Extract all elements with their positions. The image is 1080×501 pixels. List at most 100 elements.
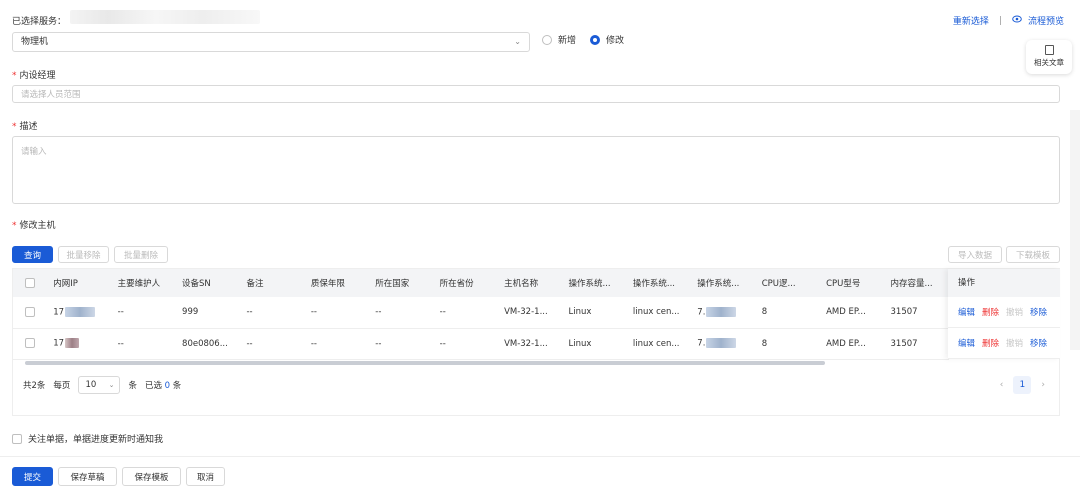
page-size-select[interactable]: 10 ⌄ (78, 376, 121, 394)
cell-maintainer: -- (117, 307, 124, 318)
horizontal-scrollbar[interactable] (25, 361, 825, 365)
cell-cpu-logic: 8 (761, 307, 768, 318)
radio-modify[interactable]: 修改 (590, 33, 624, 46)
host-table-grid: 内网IP 主要维护人 设备SN 备注 质保年限 所在国家 所在省份 主机名称 操… (13, 269, 949, 360)
selected-info: 已选 0 条 (145, 379, 181, 391)
reselect-link[interactable]: 重新选择 (953, 14, 989, 27)
save-template-button[interactable]: 保存模板 (122, 467, 181, 486)
row-checkbox[interactable] (25, 307, 35, 317)
col-header: 内存容量... (890, 279, 933, 289)
col-header: 质保年限 (310, 279, 345, 289)
radio-modify-dot[interactable] (590, 34, 601, 45)
action-radio-group: 新增 修改 (542, 33, 624, 46)
cell-hostname: VM-32-1... (504, 307, 548, 318)
select-all-checkbox[interactable] (25, 277, 35, 288)
col-header: 主机名称 (504, 279, 539, 289)
masked-os-version (706, 307, 737, 317)
undo-link[interactable]: 撤销 (1006, 306, 1023, 318)
col-header: 设备SN (182, 279, 211, 289)
description-textarea[interactable] (12, 136, 1060, 204)
vertical-scrollbar-track[interactable] (1070, 110, 1080, 350)
save-draft-button[interactable]: 保存草稿 (58, 467, 117, 486)
top-bar: 已选择服务： 重新选择 | 流程预览 (0, 0, 1080, 30)
query-button[interactable]: 查询 (12, 246, 53, 263)
col-header: 主要维护人 (117, 279, 161, 289)
radio-add[interactable]: 新增 (542, 33, 576, 46)
cell-memory: 31507 (890, 307, 918, 318)
cancel-button[interactable]: 取消 (186, 467, 225, 486)
chevron-down-icon: ⌄ (514, 37, 521, 46)
delete-link[interactable]: 删除 (982, 337, 999, 349)
import-data-button[interactable]: 导入数据 (948, 246, 1002, 263)
per-page-label: 每页 (53, 381, 71, 391)
related-docs-label: 相关文章 (1034, 58, 1064, 67)
cell-os2: linux cen... (632, 307, 680, 318)
masked-os-version (706, 338, 737, 349)
table-header-row: 内网IP 主要维护人 设备SN 备注 质保年限 所在国家 所在省份 主机名称 操… (13, 269, 949, 297)
col-header: CPU型号 (826, 279, 861, 289)
required-mark: * (12, 122, 17, 132)
download-template-button[interactable]: 下载模板 (1006, 246, 1060, 263)
cell-province: -- (439, 307, 446, 318)
prev-page-icon[interactable]: ‹ (1000, 380, 1004, 390)
table-row: 17 -- 80e0806... -- -- -- -- VM-32-1... … (13, 328, 949, 359)
col-header: 内网IP (53, 279, 78, 289)
cell-os3: 7. (691, 328, 755, 359)
next-page-icon[interactable]: › (1041, 380, 1045, 390)
cell-sn: 999 (182, 307, 199, 318)
footer-bar: 提交 保存草稿 保存模板 取消 (0, 456, 1080, 501)
cell-hostname: VM-32-1... (504, 338, 548, 349)
cell-memory: 31507 (890, 338, 918, 349)
ip-text: 17 (53, 338, 65, 349)
col-header: 操作系统... (568, 279, 611, 289)
total-count: 共2条 (23, 381, 46, 391)
host-label: * 修改主机 (12, 218, 56, 231)
required-mark: * (12, 221, 17, 231)
page-number-current[interactable]: 1 (1013, 376, 1032, 394)
remove-link[interactable]: 移除 (1030, 337, 1047, 349)
undo-link[interactable]: 撤销 (1006, 337, 1023, 349)
op-header: 操作 (948, 269, 1060, 297)
manager-label-text: 内设经理 (19, 71, 56, 81)
ip-text: 17 (53, 307, 65, 318)
edit-link[interactable]: 编辑 (958, 306, 975, 318)
submit-button[interactable]: 提交 (12, 467, 53, 486)
manager-input[interactable] (12, 85, 1060, 103)
table-row: 17 -- 999 -- -- -- -- VM-32-1... Linux l… (13, 297, 949, 328)
selected-prefix: 已选 (144, 381, 162, 391)
row-checkbox[interactable] (25, 338, 35, 349)
cell-province: -- (439, 338, 446, 349)
related-docs-button[interactable]: 相关文章 (1026, 40, 1072, 74)
page-size-value: 10 (85, 380, 97, 390)
cell-remark: -- (246, 338, 253, 349)
resource-type-value: 物理机 (21, 37, 49, 47)
notify-checkbox[interactable] (12, 433, 22, 444)
batch-delete-button[interactable]: 批量删除 (114, 246, 168, 263)
resource-type-select[interactable]: 物理机 ⌄ (12, 32, 530, 52)
cell-warranty: -- (310, 338, 317, 349)
host-label-text: 修改主机 (19, 221, 56, 231)
col-header: 所在省份 (439, 279, 474, 289)
os3-text: 7. (697, 307, 706, 318)
masked-ip (65, 338, 80, 349)
cell-os1: Linux (568, 307, 592, 318)
document-icon (1044, 45, 1054, 55)
edit-link[interactable]: 编辑 (958, 337, 975, 349)
col-header: 操作系统... (697, 279, 740, 289)
batch-remove-button[interactable]: 批量移除 (58, 246, 109, 263)
notify-option[interactable]: 关注单据，单据进度更新时通知我 (12, 432, 163, 445)
cell-ip: 17 (47, 328, 111, 359)
delete-link[interactable]: 删除 (982, 306, 999, 318)
radio-add-dot[interactable] (542, 34, 552, 45)
cell-sn: 80e0806... (182, 338, 228, 349)
remove-link[interactable]: 移除 (1030, 306, 1047, 318)
header-separator: | (998, 15, 1002, 26)
cell-maintainer: -- (117, 338, 124, 349)
op-row: 编辑 删除 撤销 移除 (948, 328, 1060, 359)
operation-column: 操作 编辑 删除 撤销 移除 编辑 删除 撤销 移除 (948, 269, 1060, 359)
cell-country: -- (375, 338, 382, 349)
flow-preview-link[interactable]: 流程预览 (1028, 14, 1064, 27)
cell-ip: 17 (47, 297, 111, 328)
masked-ip (65, 307, 96, 317)
os3-text: 7. (697, 338, 706, 349)
